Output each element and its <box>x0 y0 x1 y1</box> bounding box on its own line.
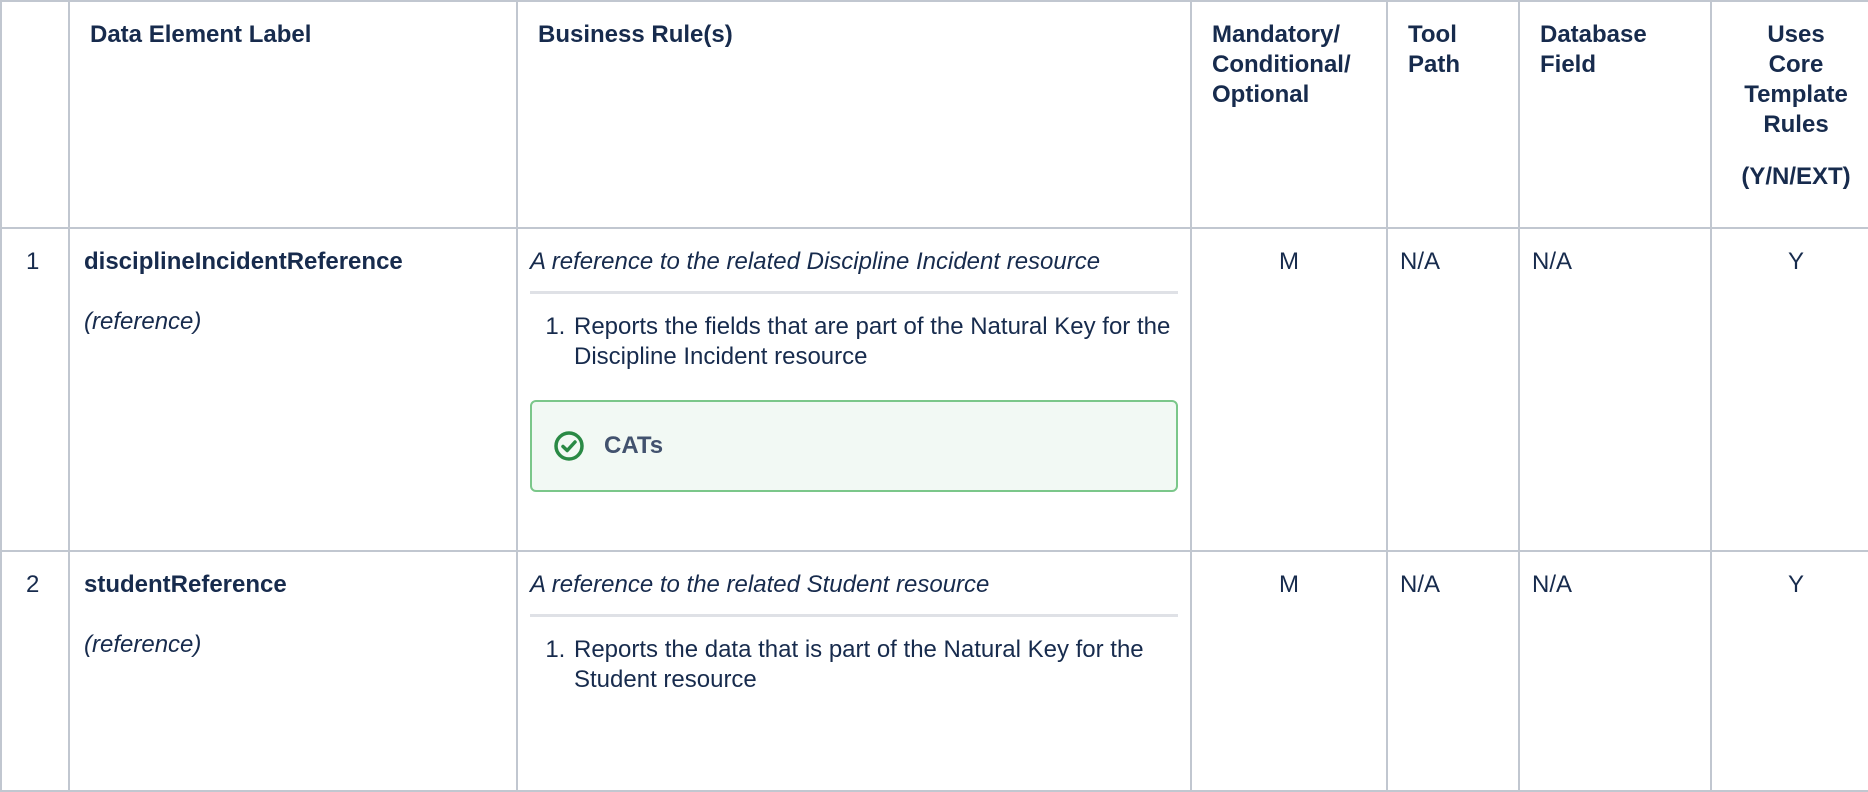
header-core-line-3: Template <box>1744 81 1848 108</box>
business-rules-table: Data Element Label Business Rule(s) Mand… <box>0 0 1868 792</box>
database-field-cell: N/A <box>1518 550 1712 792</box>
data-element-cell: disciplineIncidentReference (reference) <box>68 227 518 552</box>
mandatory-cell: M <box>1190 550 1388 792</box>
data-element-cell: studentReference (reference) <box>68 550 518 792</box>
header-core-line-1: Uses <box>1767 21 1825 48</box>
header-core-sub: (Y/N/EXT) <box>1741 163 1851 190</box>
data-element-type: (reference) <box>84 631 202 658</box>
resource-description: A reference to the related Discipline In… <box>530 247 1178 294</box>
table-row: 1 disciplineIncidentReference (reference… <box>0 227 1868 552</box>
core-template-cell: Y <box>1710 227 1868 552</box>
tool-path-cell: N/A <box>1386 550 1520 792</box>
rules-list: Reports the data that is part of the Nat… <box>530 635 1178 695</box>
header-database-field: Database Field <box>1518 0 1712 229</box>
header-data-element-label: Data Element Label <box>68 0 518 229</box>
header-core-line-4: Rules <box>1763 111 1829 138</box>
rule-item: Reports the fields that are part of the … <box>572 312 1178 372</box>
table-row: 2 studentReference (reference) A referen… <box>0 550 1868 792</box>
business-rules-cell: A reference to the related Discipline In… <box>516 227 1192 552</box>
header-tool-line-1: Tool <box>1408 21 1457 48</box>
header-row: Data Element Label Business Rule(s) Mand… <box>0 0 1868 229</box>
header-number <box>0 0 70 229</box>
header-db-line-2: Field <box>1540 51 1597 78</box>
rules-list: Reports the fields that are part of the … <box>530 312 1178 372</box>
header-uses-core-template-rules: Uses Core Template Rules (Y/N/EXT) <box>1710 0 1868 229</box>
header-tool-line-2: Path <box>1408 51 1461 78</box>
cats-panel-title: CATs <box>604 432 664 459</box>
row-number: 2 <box>0 550 70 792</box>
tool-path-cell: N/A <box>1386 227 1520 552</box>
row-number: 1 <box>0 227 70 552</box>
business-rules-cell: A reference to the related Student resou… <box>516 550 1192 792</box>
header-mco-line-1: Mandatory/ <box>1212 21 1341 48</box>
header-db-line-1: Database <box>1540 21 1647 48</box>
header-tool-path: Tool Path <box>1386 0 1520 229</box>
core-template-cell: Y <box>1710 550 1868 792</box>
data-element-name: studentReference <box>84 571 287 598</box>
header-mco-line-2: Conditional/ <box>1212 51 1351 78</box>
rule-item: Reports the data that is part of the Nat… <box>572 635 1178 695</box>
cats-panel[interactable]: CATs <box>530 400 1178 492</box>
header-mco-line-3: Optional <box>1212 81 1310 108</box>
header-mandatory-conditional-optional: Mandatory/ Conditional/ Optional <box>1190 0 1388 229</box>
mandatory-cell: M <box>1190 227 1388 552</box>
check-circle-icon <box>552 429 586 463</box>
database-field-cell: N/A <box>1518 227 1712 552</box>
data-element-name: disciplineIncidentReference <box>84 248 403 275</box>
data-element-type: (reference) <box>84 308 202 335</box>
header-core-line-2: Core <box>1768 51 1824 78</box>
resource-description: A reference to the related Student resou… <box>530 570 1178 617</box>
header-business-rules: Business Rule(s) <box>516 0 1192 229</box>
